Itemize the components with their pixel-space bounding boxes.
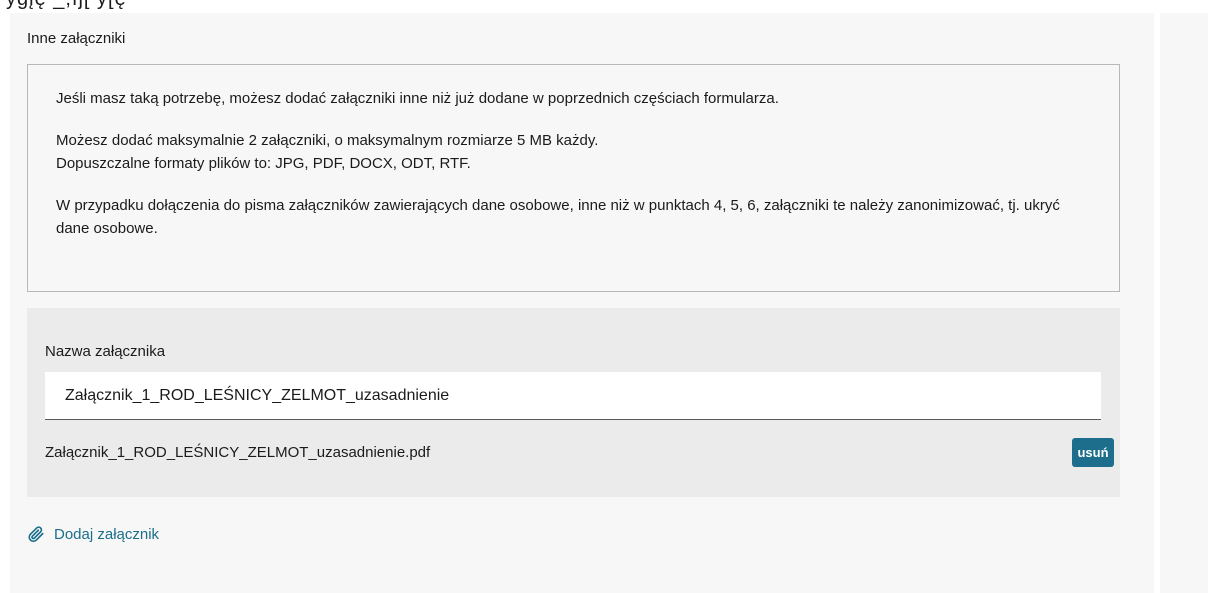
add-attachment-label: Dodaj załącznik (54, 525, 160, 543)
attachment-name-input[interactable]: Załącznik_1_ROD_LEŚNICY_ZELMOT_uzasadnie… (45, 372, 1101, 420)
attachment-name-label: Nazwa załącznika (45, 343, 166, 360)
info-box: Jeśli masz taką potrzebę, możesz dodać z… (27, 64, 1120, 292)
paperclip-icon (27, 525, 45, 543)
remove-attachment-button[interactable]: usuń (1072, 438, 1114, 467)
clipped-glyphs: ygįę _,ıj[ y[ę (6, 0, 127, 11)
info-paragraph-3: W przypadku dołączenia do pisma załączni… (56, 197, 1060, 237)
info-paragraph-2-line-2: Dopuszczalne formaty plików to: JPG, PDF… (56, 155, 471, 172)
info-paragraph-2-line-1: Możesz dodać maksymalnie 2 załączniki, o… (56, 132, 599, 149)
section-title: Inne załączniki (27, 30, 126, 47)
clipped-text-above: ygįę _,ıj[ y[ę (0, 0, 1208, 13)
attachment-name-value: Załącznik_1_ROD_LEŚNICY_ZELMOT_uzasadnie… (65, 386, 450, 404)
info-paragraph-1: Jeśli masz taką potrzebę, możesz dodać z… (56, 90, 779, 107)
add-attachment-link[interactable]: Dodaj załącznik (27, 525, 159, 543)
attached-file-name: Załącznik_1_ROD_LEŚNICY_ZELMOT_uzasadnie… (45, 444, 431, 461)
right-column (1160, 13, 1208, 593)
attachment-card: Nazwa załącznika Załącznik_1_ROD_LEŚNICY… (27, 308, 1120, 497)
